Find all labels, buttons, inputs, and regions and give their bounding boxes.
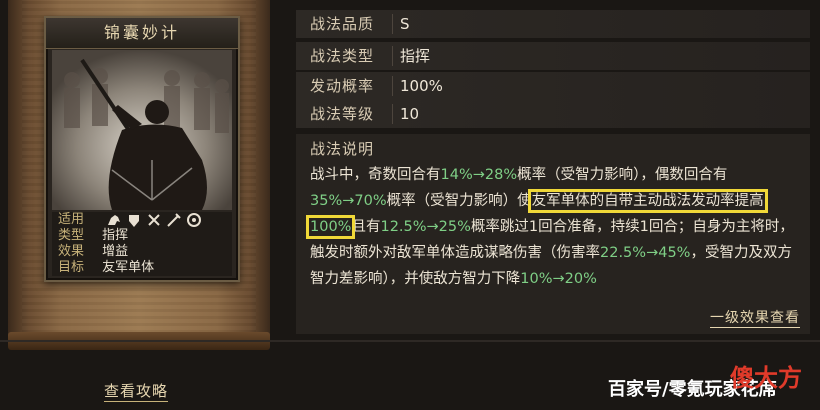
row-trigger-rate: 发动概率 100% (296, 72, 810, 101)
spear-icon (167, 213, 181, 227)
divider (392, 46, 393, 66)
unit-icons (106, 212, 202, 228)
stat-row-applicable: 适用 (58, 212, 201, 228)
stat-label: 类型 (58, 228, 85, 243)
desc-value: 22.5%→45% (600, 245, 691, 261)
divider (392, 14, 393, 34)
wheel-icon (187, 213, 201, 227)
row-value: 100% (400, 77, 443, 95)
stat-row-type: 类型 指挥 (58, 228, 128, 244)
card-stats: 适用 类型 指挥 效果 增益 目标 友军单体 (52, 212, 232, 276)
desc-value: 12.5%→25% (380, 219, 471, 235)
highlighted-value: 100% (305, 215, 356, 239)
footer-divider (0, 340, 820, 342)
row-type: 战法类型 指挥 (296, 42, 810, 71)
view-guide-link[interactable]: 查看攻略 (104, 380, 169, 402)
row-label: 发动概率 (310, 77, 375, 95)
description-title: 战法说明 (310, 140, 375, 158)
row-level: 战法等级 10 (296, 100, 810, 129)
desc-value: 10%→20% (520, 271, 597, 287)
row-quality: 战法品质 S (296, 10, 810, 39)
stat-row-effect: 效果 增益 (58, 244, 128, 260)
row-label: 战法等级 (310, 105, 375, 123)
desc-text: 战斗中，奇数回合有 (310, 167, 441, 183)
bow-icon (148, 214, 160, 226)
logo-badge: 傻大方 (730, 364, 802, 392)
divider (392, 104, 393, 124)
stat-label: 目标 (58, 260, 85, 275)
desc-text: 概率（受智力影响），偶数回合有 (517, 167, 728, 183)
stat-value: 指挥 (102, 228, 129, 243)
shield-icon (129, 215, 139, 227)
desc-text: 概率（受智力影响）使 (386, 193, 532, 209)
stat-value: 增益 (102, 244, 129, 259)
row-value: S (400, 15, 410, 33)
cavalry-icon (108, 215, 120, 225)
desc-value: 35%→70% (310, 193, 387, 209)
stat-label: 效果 (58, 244, 85, 259)
stat-label: 适用 (58, 212, 85, 227)
description-text: 战斗中，奇数回合有14%→28%概率（受智力影响），偶数回合有 35%→70%概率… (305, 162, 800, 292)
skill-card: 锦囊妙计 适用 类型 指挥 效果 增益 目标 友军单体 (44, 16, 240, 282)
row-label: 战法类型 (310, 47, 375, 65)
desc-value: 14%→28% (440, 167, 518, 183)
desc-text: 且有 (351, 219, 381, 235)
stat-row-target: 目标 友军单体 (58, 260, 154, 276)
stat-value: 友军单体 (102, 260, 155, 275)
card-title: 锦囊妙计 (46, 18, 238, 49)
svg-text:傻大方: 傻大方 (730, 364, 802, 392)
highlighted-effect: 友军单体的自带主动战法发动率提高 (527, 189, 768, 213)
row-value: 指挥 (400, 47, 431, 65)
divider (392, 76, 393, 96)
row-label: 战法品质 (310, 15, 375, 33)
skill-info-panel: 战法品质 S 战法类型 指挥 发动概率 100% 战法等级 10 战法说明 战斗… (296, 0, 810, 340)
card-art (52, 50, 232, 210)
level-effect-link[interactable]: 一级效果查看 (710, 307, 800, 328)
description-box: 战法说明 战斗中，奇数回合有14%→28%概率（受智力影响），偶数回合有 35%→… (296, 134, 810, 334)
row-value: 10 (400, 105, 420, 123)
